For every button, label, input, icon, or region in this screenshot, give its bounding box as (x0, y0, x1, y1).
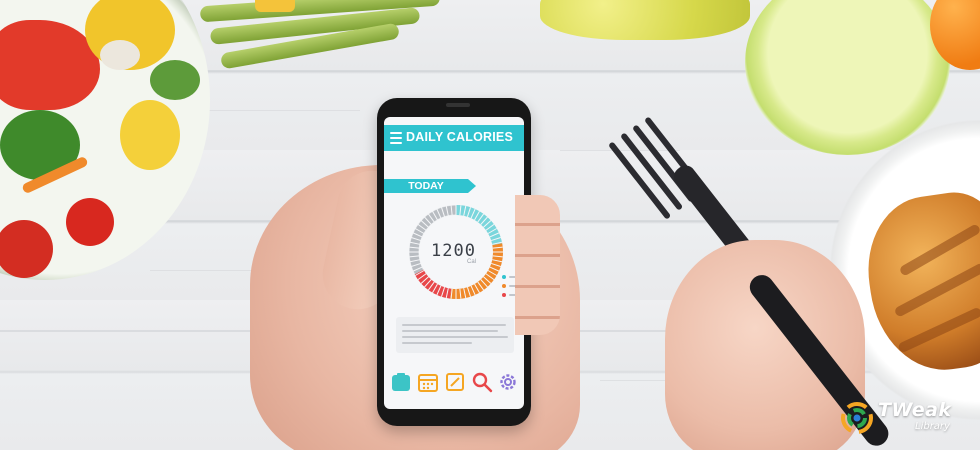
phone-screen: DAILY CALORIES TODAY 1200 Cal (384, 117, 524, 409)
text-line (402, 330, 498, 332)
onion-pieces (100, 40, 140, 70)
calories-unit: Cal (467, 259, 477, 265)
left-fingers (515, 195, 560, 335)
calendar-icon[interactable] (417, 371, 439, 393)
wood-grain (200, 110, 360, 111)
corn (120, 100, 180, 170)
app-header: DAILY CALORIES (384, 125, 524, 151)
legend-dot (502, 283, 506, 288)
notes-text-block (396, 317, 514, 353)
calories-value: 1200 (431, 241, 476, 261)
scale-icon[interactable] (390, 371, 412, 393)
notes-icon[interactable] (444, 371, 466, 393)
search-icon[interactable] (471, 371, 493, 393)
logo-subtitle: Library (915, 421, 950, 432)
food-table-scene: DAILY CALORIES TODAY 1200 Cal TWeak Libr… (0, 0, 980, 450)
lettuce-leaf (150, 60, 200, 100)
settings-gear-icon[interactable] (497, 371, 519, 393)
wood-grain (150, 270, 260, 271)
tweak-logo-mark-icon (841, 402, 873, 434)
cherry-tomato (66, 198, 114, 246)
logo-wordmark: TWeak (878, 399, 952, 421)
text-line (402, 342, 472, 344)
tweak-library-logo: TWeak Library (840, 395, 970, 445)
text-line (402, 324, 506, 326)
app-title: DAILY CALORIES (406, 130, 513, 144)
phone-earpiece (446, 103, 470, 107)
bottom-toolbar (384, 371, 524, 397)
lettuce (540, 0, 750, 40)
right-hand (665, 240, 865, 450)
legend-dot (502, 274, 506, 279)
hamburger-menu-icon[interactable] (390, 132, 402, 144)
legend-dot (502, 292, 506, 297)
today-label: TODAY (384, 179, 476, 193)
yellow-vegetable (255, 0, 295, 12)
text-line (402, 336, 508, 338)
